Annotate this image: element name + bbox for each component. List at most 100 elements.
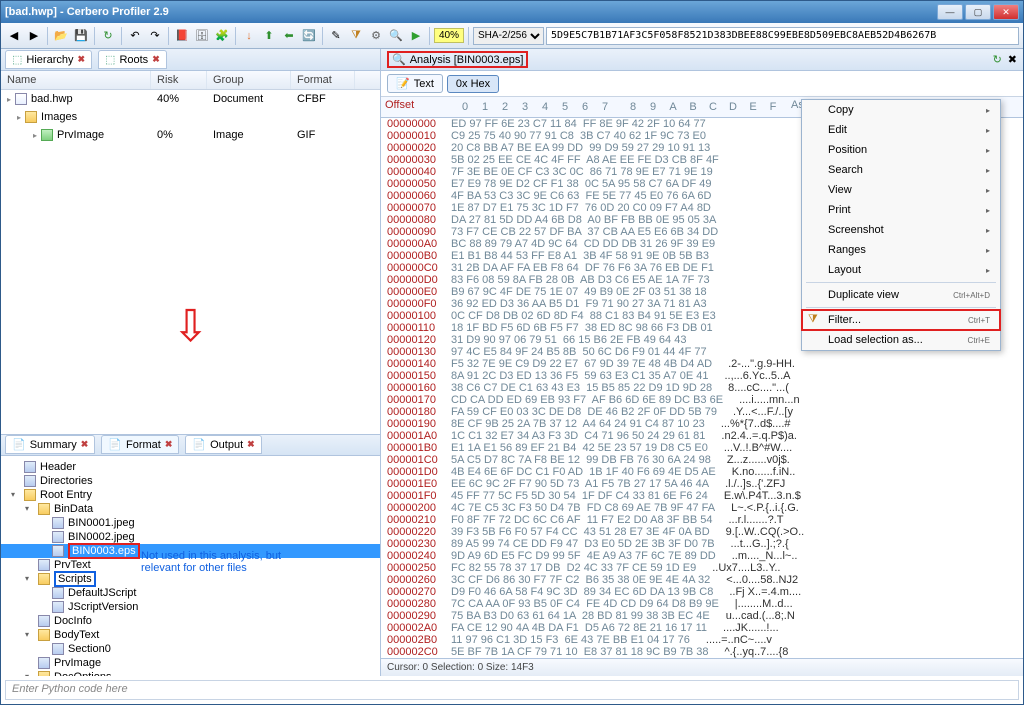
- arrow-left-green-icon[interactable]: ⬅: [280, 27, 298, 45]
- edit-icon[interactable]: ✎: [327, 27, 345, 45]
- filter-icon[interactable]: ⧩: [347, 27, 365, 45]
- ctx-duplicate-view[interactable]: Duplicate viewCtrl+Alt+D: [802, 285, 1000, 305]
- tree-row[interactable]: ▸PrvImage0%ImageGIF: [1, 126, 380, 144]
- play-icon[interactable]: ▶: [407, 27, 425, 45]
- extension-icon[interactable]: 🧩: [213, 27, 231, 45]
- hex-row[interactable]: 000001508A 91 2C D3 ED 13 36 F5 59 63 E3…: [381, 370, 1023, 382]
- hex-row[interactable]: 00000270D9 F0 46 6A 58 F4 9C 3D 89 34 EC…: [381, 586, 1023, 598]
- ctx-view[interactable]: View▸: [802, 180, 1000, 200]
- hex-row[interactable]: 000001F045 FF 77 5C F5 5D 30 54 1F DF C4…: [381, 490, 1023, 502]
- hex-row[interactable]: 000001908E CF 9B 25 2A 7B 37 12 A4 64 24…: [381, 418, 1023, 430]
- view-hex-button[interactable]: 0x Hex: [447, 75, 499, 93]
- hex-row[interactable]: 0000022039 F3 5B F6 F0 57 F4 CC 43 51 28…: [381, 526, 1023, 538]
- hex-row[interactable]: 000002603C CF D6 86 30 F7 7F C2 B6 35 38…: [381, 574, 1023, 586]
- ctx-print[interactable]: Print▸: [802, 200, 1000, 220]
- nav-back-icon[interactable]: ◀: [5, 27, 23, 45]
- hex-row[interactable]: 0000016038 C6 C7 DE C1 63 43 E3 15 B5 85…: [381, 382, 1023, 394]
- tab-hierarchy[interactable]: ⬚ Hierarchy ✖: [5, 50, 92, 69]
- ctx-edit[interactable]: Edit▸: [802, 120, 1000, 140]
- undo-icon[interactable]: ↶: [126, 27, 144, 45]
- hex-row[interactable]: 00000210F0 8F 7F 72 DC 6C C6 AF 11 F7 E2…: [381, 514, 1023, 526]
- hex-row[interactable]: 000002409D A9 6D E5 FC D9 99 5F 4E A9 A3…: [381, 550, 1023, 562]
- tree-node[interactable]: DefaultJScript: [1, 586, 380, 600]
- tree-row[interactable]: ▸Images: [1, 108, 380, 126]
- tab-summary[interactable]: 📄 Summary ✖: [5, 435, 95, 454]
- ctx-load-selection[interactable]: Load selection as...Ctrl+E: [802, 330, 1000, 350]
- hex-row[interactable]: 000002B011 97 96 C1 3D 15 F3 6E 43 7E BB…: [381, 634, 1023, 646]
- go-up-icon[interactable]: ⬆: [260, 27, 278, 45]
- hash-algorithm-select[interactable]: SHA-2/256: [473, 27, 544, 45]
- view-text-button[interactable]: 📝 Text: [387, 74, 443, 93]
- hex-row[interactable]: 000002A0FA CE 12 90 4A 4B DA F1 D5 A6 72…: [381, 622, 1023, 634]
- tab-format[interactable]: 📄 Format ✖: [101, 435, 179, 454]
- close-tab-icon[interactable]: ✖: [81, 439, 89, 450]
- hex-row[interactable]: 000002C05E BF 7B 1A CF 79 71 10 E8 37 81…: [381, 646, 1023, 658]
- format-tree[interactable]: HeaderDirectories▾Root Entry▾BinDataBIN0…: [1, 456, 380, 677]
- ctx-screenshot[interactable]: Screenshot▸: [802, 220, 1000, 240]
- tree-node[interactable]: BIN0002.jpeg: [1, 530, 380, 544]
- book-icon[interactable]: 📕: [173, 27, 191, 45]
- close-tab-icon[interactable]: ✖: [165, 439, 173, 450]
- hex-row[interactable]: 000001A01C C1 32 E7 34 A3 F3 3D C4 71 96…: [381, 430, 1023, 442]
- hex-row[interactable]: 0000023089 A5 99 74 CE DD F9 47 D3 E0 5D…: [381, 538, 1023, 550]
- cycle-icon[interactable]: 🔄: [300, 27, 318, 45]
- ctx-layout[interactable]: Layout▸: [802, 260, 1000, 280]
- hex-row[interactable]: 00000170CD CA DD ED 69 EB 93 F7 AF B6 6D…: [381, 394, 1023, 406]
- refresh-icon[interactable]: ↻: [99, 27, 117, 45]
- tree-node[interactable]: ▾DocOptions: [1, 670, 380, 677]
- search-icon[interactable]: 🔍: [387, 27, 405, 45]
- ctx-copy[interactable]: Copy▸: [802, 100, 1000, 120]
- hex-row[interactable]: 00000180FA 59 CF E0 03 3C DE D8 DE 46 B2…: [381, 406, 1023, 418]
- tree-node[interactable]: Header: [1, 460, 380, 474]
- hash-value-field[interactable]: [546, 27, 1019, 45]
- hex-row[interactable]: 0000029075 BA B3 D0 63 61 64 1A 28 BD 81…: [381, 610, 1023, 622]
- gear-icon[interactable]: ⚙: [367, 27, 385, 45]
- hex-row[interactable]: 000002004C 7E C5 3C F3 50 D4 7B FD C8 69…: [381, 502, 1023, 514]
- close-tab-icon[interactable]: ✖: [152, 54, 160, 65]
- save-icon[interactable]: 💾: [72, 27, 90, 45]
- close-tab-icon[interactable]: ✖: [77, 54, 85, 65]
- hex-row[interactable]: 000002807C CA AA 0F 93 B5 0F C4 FE 4D CD…: [381, 598, 1023, 610]
- hex-row[interactable]: 000001C05A C5 D7 8C 7A F8 BE 12 99 DB FB…: [381, 454, 1023, 466]
- hex-row[interactable]: 000001B0E1 1A E1 56 89 EF 21 B4 42 5E 23…: [381, 442, 1023, 454]
- close-analysis-icon[interactable]: ✖: [1008, 53, 1017, 66]
- ctx-filter[interactable]: ⧩ Filter...Ctrl+T: [802, 310, 1000, 330]
- tree-node[interactable]: ▾Root Entry: [1, 488, 380, 502]
- tree-node[interactable]: ▾Scripts: [1, 572, 380, 586]
- close-button[interactable]: ✕: [993, 4, 1019, 20]
- ctx-search[interactable]: Search▸: [802, 160, 1000, 180]
- refresh-icon[interactable]: ↻: [993, 53, 1002, 66]
- col-name[interactable]: Name: [1, 71, 151, 89]
- tree-node[interactable]: JScriptVersion: [1, 600, 380, 614]
- hex-row[interactable]: 000001D04B E4 6E 6F DC C1 F0 AD 1B 1F 40…: [381, 466, 1023, 478]
- close-tab-icon[interactable]: ✖: [247, 439, 255, 450]
- nav-fwd-icon[interactable]: ▶: [25, 27, 43, 45]
- tree-node[interactable]: Directories: [1, 474, 380, 488]
- tree-node[interactable]: ▾BinData: [1, 502, 380, 516]
- ctx-ranges[interactable]: Ranges▸: [802, 240, 1000, 260]
- col-risk[interactable]: Risk: [151, 71, 207, 89]
- tree-node[interactable]: PrvImage: [1, 656, 380, 670]
- tab-output[interactable]: 📄 Output ✖: [185, 435, 261, 454]
- tree-node[interactable]: Section0: [1, 642, 380, 656]
- hierarchy-tree[interactable]: Name Risk Group Format ▸bad.hwp40%Docume…: [1, 71, 380, 221]
- tab-roots[interactable]: ⬚ Roots ✖: [98, 50, 167, 69]
- python-console-input[interactable]: Enter Python code here: [5, 680, 1019, 700]
- hex-row[interactable]: 00000140F5 32 7E 9E C9 D9 22 E7 67 9D 39…: [381, 358, 1023, 370]
- redo-icon[interactable]: ↷: [146, 27, 164, 45]
- col-format[interactable]: Format: [291, 71, 355, 89]
- open-icon[interactable]: 📂: [52, 27, 70, 45]
- minimize-button[interactable]: —: [937, 4, 963, 20]
- arrow-down-icon[interactable]: ↓: [240, 27, 258, 45]
- hex-row[interactable]: 00000250FC 82 55 78 37 17 DB D2 4C 33 7F…: [381, 562, 1023, 574]
- ctx-position[interactable]: Position▸: [802, 140, 1000, 160]
- col-group[interactable]: Group: [207, 71, 291, 89]
- tree-node[interactable]: ▾BodyText: [1, 628, 380, 642]
- hex-viewer[interactable]: Offset 0123456789ABCDEF Ascii 00000000ED…: [381, 97, 1023, 658]
- hex-row[interactable]: 000001E0EE 6C 9C 2F F7 90 5D 73 A1 F5 7B…: [381, 478, 1023, 490]
- tree-node[interactable]: BIN0001.jpeg: [1, 516, 380, 530]
- maximize-button[interactable]: ▢: [965, 4, 991, 20]
- db-icon[interactable]: 🗄: [193, 27, 211, 45]
- tree-node[interactable]: DocInfo: [1, 614, 380, 628]
- tree-row[interactable]: ▸bad.hwp40%DocumentCFBF: [1, 90, 380, 108]
